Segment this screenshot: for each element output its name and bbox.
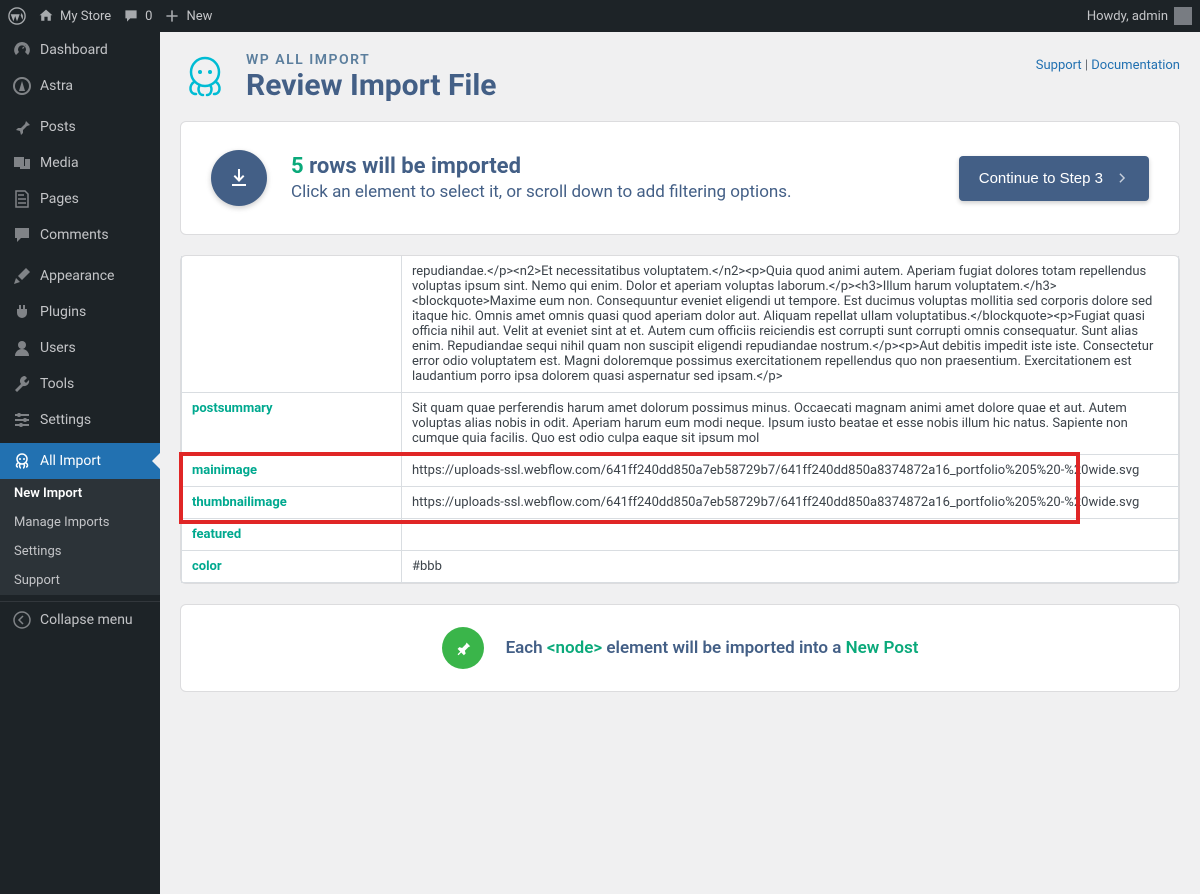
- sliders-icon: [12, 410, 32, 430]
- sidebar-item-media[interactable]: Media: [0, 145, 160, 181]
- sidebar-submenu: New Import Manage Imports Settings Suppo…: [0, 479, 160, 595]
- footer-text: Each <node> element will be imported int…: [506, 638, 919, 658]
- import-summary-panel: 5 rows will be imported Click an element…: [180, 121, 1180, 235]
- pages-icon: [12, 189, 32, 209]
- submenu-settings[interactable]: Settings: [0, 537, 160, 566]
- admin-sidebar: Dashboard Astra Posts Media Pages Commen…: [0, 32, 160, 894]
- astra-icon: [12, 76, 32, 96]
- sidebar-item-comments[interactable]: Comments: [0, 217, 160, 253]
- dashboard-icon: [12, 40, 32, 60]
- pin-circle-icon: [442, 627, 484, 669]
- field-value[interactable]: repudiandae.</p><n2>Et necessitatibus vo…: [402, 256, 1179, 393]
- main-content: WP ALL IMPORT Review Import File Support…: [160, 32, 1200, 894]
- sidebar-item-all-import[interactable]: All Import: [0, 443, 160, 479]
- sidebar-item-pages[interactable]: Pages: [0, 181, 160, 217]
- new-content-link[interactable]: New: [164, 8, 212, 24]
- field-value[interactable]: #bbb: [402, 551, 1179, 583]
- data-table: repudiandae.</p><n2>Et necessitatibus vo…: [181, 256, 1179, 583]
- field-key[interactable]: [182, 256, 402, 393]
- field-key[interactable]: thumbnailimage: [182, 487, 402, 519]
- sidebar-item-users[interactable]: Users: [0, 330, 160, 366]
- support-link[interactable]: Support: [1036, 58, 1082, 73]
- header-links: Support | Documentation: [1036, 52, 1180, 73]
- sidebar-item-tools[interactable]: Tools: [0, 366, 160, 402]
- sidebar-item-dashboard[interactable]: Dashboard: [0, 32, 160, 68]
- field-value[interactable]: Sit quam quae perferendis harum amet dol…: [402, 393, 1179, 455]
- comments-link[interactable]: 0: [123, 8, 152, 24]
- brush-icon: [12, 266, 32, 286]
- field-value[interactable]: https://uploads-ssl.webflow.com/641ff240…: [402, 455, 1179, 487]
- field-key[interactable]: featured: [182, 519, 402, 551]
- documentation-link[interactable]: Documentation: [1091, 58, 1180, 73]
- new-label: New: [186, 9, 212, 24]
- field-value[interactable]: [402, 519, 1179, 551]
- wrench-icon: [12, 374, 32, 394]
- account-menu[interactable]: Howdy, admin: [1087, 7, 1192, 25]
- continue-button[interactable]: Continue to Step 3: [959, 156, 1149, 201]
- user-icon: [12, 338, 32, 358]
- wpai-logo-icon: [180, 52, 230, 102]
- howdy-text: Howdy, admin: [1087, 9, 1168, 24]
- data-preview-panel: repudiandae.</p><n2>Et necessitatibus vo…: [180, 255, 1180, 584]
- brand-label: WP ALL IMPORT: [246, 52, 497, 68]
- table-row[interactable]: postsummarySit quam quae perferendis har…: [182, 393, 1179, 455]
- field-key[interactable]: mainimage: [182, 455, 402, 487]
- rows-heading: 5 rows will be imported: [291, 154, 792, 179]
- octopus-icon: [12, 451, 32, 471]
- site-name: My Store: [60, 9, 111, 24]
- pin-icon: [12, 117, 32, 137]
- summary-subtext: Click an element to select it, or scroll…: [291, 182, 792, 202]
- plug-icon: [12, 302, 32, 322]
- admin-toolbar: My Store 0 New Howdy, admin: [0, 0, 1200, 32]
- field-key[interactable]: postsummary: [182, 393, 402, 455]
- avatar-icon: [1174, 7, 1192, 25]
- comments-icon: [12, 225, 32, 245]
- sidebar-item-settings[interactable]: Settings: [0, 402, 160, 438]
- comments-count: 0: [145, 9, 152, 24]
- footer-panel: Each <node> element will be imported int…: [180, 604, 1180, 692]
- chevron-right-icon: [1115, 171, 1129, 185]
- field-value[interactable]: https://uploads-ssl.webflow.com/641ff240…: [402, 487, 1179, 519]
- collapse-menu-button[interactable]: Collapse menu: [0, 601, 160, 638]
- table-row[interactable]: color#bbb: [182, 551, 1179, 583]
- table-row[interactable]: mainimagehttps://uploads-ssl.webflow.com…: [182, 455, 1179, 487]
- submenu-new-import[interactable]: New Import: [0, 479, 160, 508]
- submenu-manage-imports[interactable]: Manage Imports: [0, 508, 160, 537]
- submenu-support[interactable]: Support: [0, 566, 160, 595]
- site-name-link[interactable]: My Store: [38, 8, 111, 24]
- field-key[interactable]: color: [182, 551, 402, 583]
- sidebar-item-plugins[interactable]: Plugins: [0, 294, 160, 330]
- sidebar-item-posts[interactable]: Posts: [0, 109, 160, 145]
- table-row[interactable]: repudiandae.</p><n2>Et necessitatibus vo…: [182, 256, 1179, 393]
- media-icon: [12, 153, 32, 173]
- download-icon: [211, 150, 267, 206]
- sidebar-item-appearance[interactable]: Appearance: [0, 258, 160, 294]
- table-row[interactable]: thumbnailimagehttps://uploads-ssl.webflo…: [182, 487, 1179, 519]
- wp-logo[interactable]: [8, 7, 26, 25]
- sidebar-item-astra[interactable]: Astra: [0, 68, 160, 104]
- table-row[interactable]: featured: [182, 519, 1179, 551]
- collapse-icon: [12, 610, 32, 630]
- page-title: Review Import File: [246, 68, 497, 103]
